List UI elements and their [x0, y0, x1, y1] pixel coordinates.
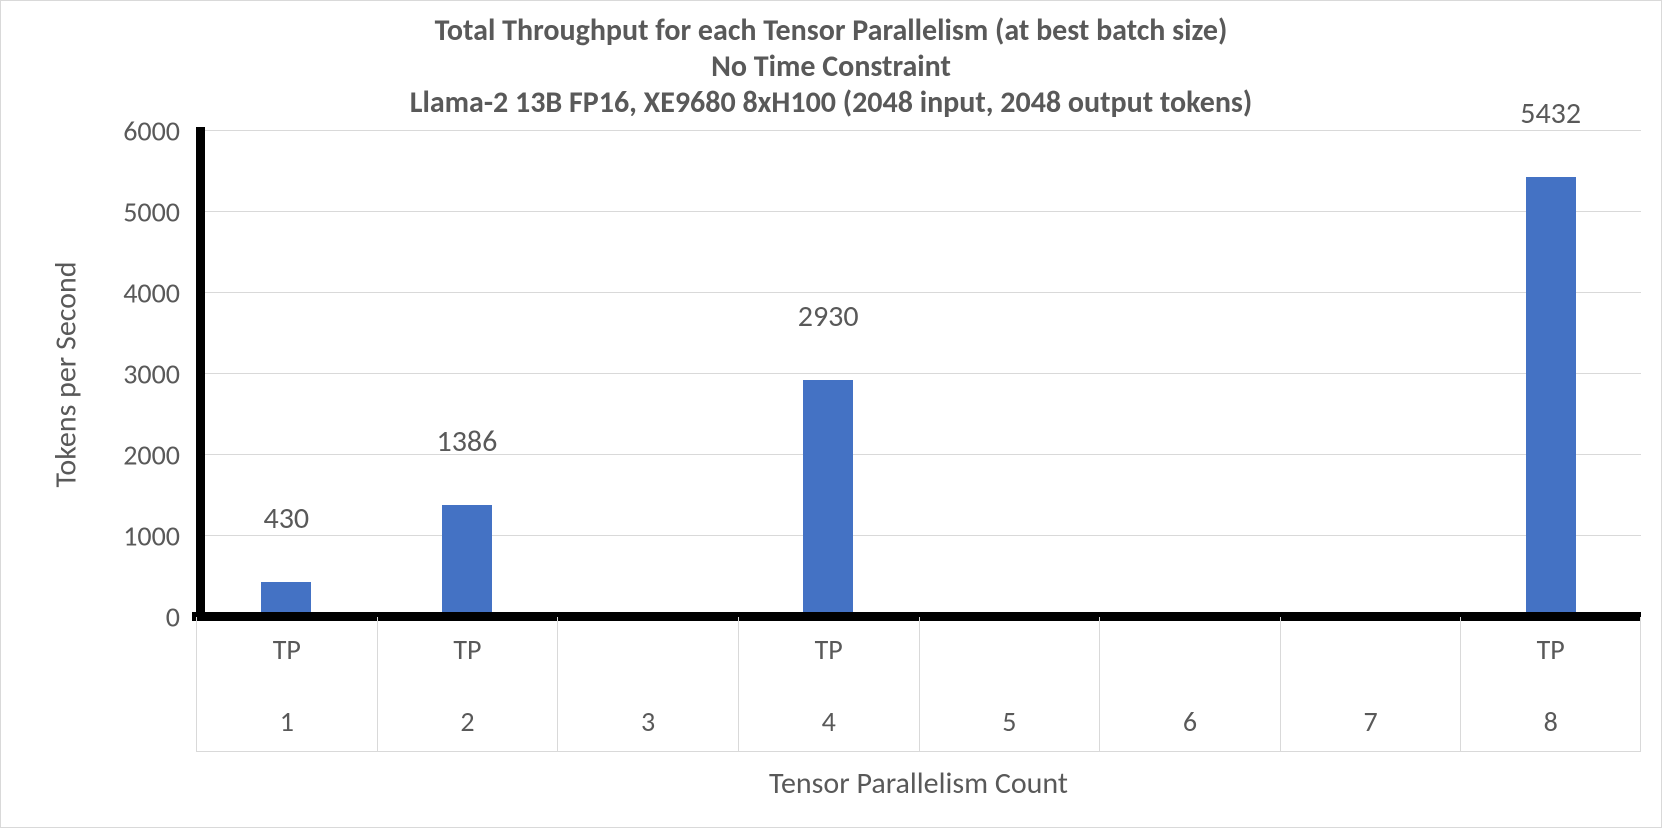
bar	[803, 380, 853, 617]
x-category-cell: TP 1	[196, 617, 377, 752]
x-category-cell: TP 8	[1460, 617, 1641, 752]
gridline	[196, 211, 1641, 212]
gridline	[196, 373, 1641, 374]
y-tick-label: 3000	[123, 357, 180, 392]
y-tick-label: 2000	[123, 438, 180, 473]
gridline	[196, 454, 1641, 455]
gridline	[196, 292, 1641, 293]
bar-value-label: 1386	[437, 423, 498, 464]
y-tick-label: 5000	[123, 195, 180, 230]
gridline	[196, 130, 1641, 131]
x-category-number: 7	[1281, 704, 1461, 739]
bar-value-label: 5432	[1520, 95, 1581, 136]
y-axis-ticks: 0100020003000400050006000	[96, 131, 186, 617]
y-tick-label: 6000	[123, 114, 180, 149]
x-category-cell: TP 4	[738, 617, 919, 752]
x-category-number: 6	[1100, 704, 1280, 739]
title-line-2: No Time Constraint	[21, 49, 1641, 85]
x-category-number: 8	[1461, 704, 1640, 739]
x-category-cell: 7	[1280, 617, 1461, 752]
x-category-number: 3	[558, 704, 738, 739]
x-category-prefix: TP	[378, 632, 558, 667]
x-category-cell: 5	[919, 617, 1100, 752]
x-category-cell: 6	[1099, 617, 1280, 752]
bar-value-label: 2930	[798, 298, 859, 339]
chart-body: Tokens per Second 0 1000 2000 3000 4000 5000 6…	[46, 131, 1641, 807]
x-category-number: 4	[739, 704, 919, 739]
gridline	[196, 535, 1641, 536]
x-category-prefix: TP	[1461, 632, 1640, 667]
chart-title: Total Throughput for each Tensor Paralle…	[21, 13, 1641, 121]
y-axis-line	[196, 127, 205, 621]
x-category-number: 5	[920, 704, 1100, 739]
y-tick-label: 0	[166, 600, 180, 635]
plot-area: 430138629305432	[196, 131, 1641, 617]
title-line-1: Total Throughput for each Tensor Paralle…	[21, 13, 1641, 49]
x-category-cell: TP 2	[377, 617, 558, 752]
title-line-3: Llama-2 13B FP16, XE9680 8xH100 (2048 in…	[21, 85, 1641, 121]
x-category-number: 1	[197, 704, 377, 739]
x-category-cell: 3	[557, 617, 738, 752]
x-category-prefix: TP	[197, 632, 377, 667]
bar-value-label: 430	[264, 500, 310, 541]
x-category-number: 2	[378, 704, 558, 739]
bar	[1526, 177, 1576, 617]
chart-container: Total Throughput for each Tensor Paralle…	[0, 0, 1662, 828]
y-tick-label: 4000	[123, 276, 180, 311]
x-axis-label: Tensor Parallelism Count	[196, 765, 1641, 802]
bar	[442, 505, 492, 617]
x-category-prefix: TP	[739, 632, 919, 667]
x-axis-area: Tensor Parallelism Count TP1TP23TP4567TP…	[196, 617, 1641, 807]
y-axis-label: Tokens per Second	[46, 131, 86, 617]
plot-column: 0100020003000400050006000 43013862930543…	[96, 131, 1641, 807]
y-tick-label: 1000	[123, 519, 180, 554]
